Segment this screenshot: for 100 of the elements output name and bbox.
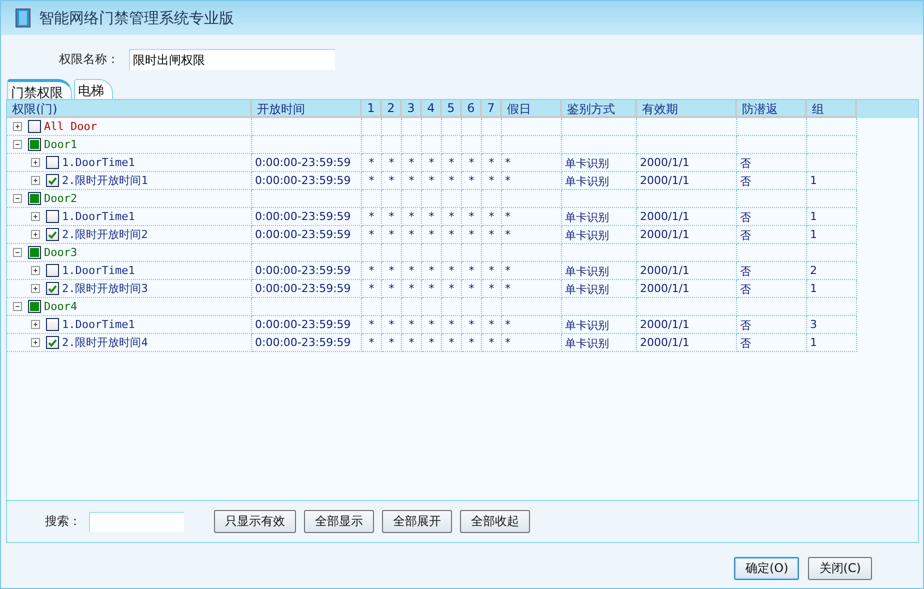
dialog-button[interactable]: 确定(O) [734,557,800,580]
table-cell [807,136,857,154]
name-field[interactable]: 限时出闸权限 [129,49,335,70]
table-cell [362,190,382,208]
checkbox[interactable] [46,228,59,241]
checkbox[interactable] [46,336,59,349]
tree-item-label[interactable]: All Door [44,120,97,133]
table-cell [442,136,462,154]
tree-item-label[interactable]: 2.限时开放时间3 [62,281,148,296]
tree-item-label[interactable]: 2.限时开放时间1 [62,173,148,188]
expand-icon[interactable] [13,122,22,131]
collapse-icon[interactable] [13,194,22,203]
table-cell: 1 [807,226,857,244]
collapse-icon[interactable] [13,140,22,149]
filter-button[interactable]: 全部展开 [382,510,452,533]
tab[interactable]: 门禁权限 [7,79,72,99]
table-cell [482,190,502,208]
tree-item-label[interactable]: 1.DoorTime1 [62,156,135,169]
table-cell [502,118,562,136]
table-cell: * [362,280,382,298]
table-cell: * [362,172,382,190]
checkbox[interactable] [28,120,41,133]
checkbox[interactable] [46,282,59,295]
table-cell: 单卡识别 [562,334,637,352]
table-cell: * [422,262,442,280]
table-cell [807,118,857,136]
search-field[interactable] [89,512,184,532]
filter-button[interactable]: 只显示有效 [214,510,296,533]
table-cell: * [442,172,462,190]
expand-icon[interactable] [31,158,40,167]
tree-item-label[interactable]: Door3 [44,246,78,259]
tree-item-label[interactable]: 1.DoorTime1 [62,210,135,223]
table-cell: * [482,172,502,190]
filter-button[interactable]: 全部收起 [460,510,530,533]
table-cell: 否 [737,334,807,352]
table-cell [462,118,482,136]
checkbox[interactable] [46,156,59,169]
table-cell: * [362,334,382,352]
table-cell: 1 [807,172,857,190]
table-cell: * [442,280,462,298]
table-cell: * [442,334,462,352]
tree-item-label[interactable]: 2.限时开放时间4 [62,335,148,350]
table-cell: * [402,334,422,352]
table-cell [807,154,857,172]
table-cell: * [442,226,462,244]
table-cell [422,118,442,136]
checkbox[interactable] [46,318,59,331]
table-cell [737,190,807,208]
table-cell: * [502,262,562,280]
tree-item-label[interactable]: Door4 [44,300,78,313]
collapse-icon[interactable] [13,248,22,257]
checkbox[interactable] [46,264,59,277]
table-cell: * [382,280,402,298]
table-cell: * [362,226,382,244]
table-cell: * [502,316,562,334]
table-cell: 1 [807,280,857,298]
tree-item-label[interactable]: Door1 [44,138,78,151]
table-cell: 2000/1/1 [637,226,737,244]
expand-icon[interactable] [31,320,40,329]
collapse-icon[interactable] [13,302,22,311]
table-cell [422,298,442,316]
table-cell [382,118,402,136]
filter-button[interactable]: 全部显示 [304,510,374,533]
table-cell: 2000/1/1 [637,316,737,334]
expand-icon[interactable] [31,266,40,275]
table-cell: 2 [807,262,857,280]
expand-icon[interactable] [31,338,40,347]
tree-item-label[interactable]: 1.DoorTime1 [62,318,135,331]
tree-item-label[interactable]: 2.限时开放时间2 [62,227,148,242]
tree-item-label[interactable]: Door2 [44,192,78,205]
table-cell [442,244,462,262]
table-cell: 0:00:00-23:59:59 [252,154,362,172]
window-title: 智能网络门禁管理系统专业版 [39,8,234,28]
dialog-button[interactable]: 关闭(C) [808,557,872,580]
column-header: 3 [402,100,422,118]
table-cell: 否 [737,280,807,298]
column-header: 有效期 [637,100,737,118]
table-cell: * [502,334,562,352]
table-cell: * [382,226,402,244]
table-cell: * [422,226,442,244]
expand-icon[interactable] [31,212,40,221]
table-cell: * [442,208,462,226]
expand-icon[interactable] [31,230,40,239]
tab[interactable]: 电梯 [74,79,113,99]
table-cell [382,298,402,316]
expand-icon[interactable] [31,176,40,185]
table-cell [422,190,442,208]
checkbox[interactable] [46,210,59,223]
column-header: 7 [482,100,502,118]
expand-icon[interactable] [31,284,40,293]
table-cell [482,136,502,154]
checkbox[interactable] [46,174,59,187]
tree-item-label[interactable]: 1.DoorTime1 [62,264,135,277]
table-cell: * [382,208,402,226]
table-cell [737,244,807,262]
table-cell: 单卡识别 [562,280,637,298]
table-cell: 0:00:00-23:59:59 [252,226,362,244]
column-header: 假日 [502,100,562,118]
column-header: 4 [422,100,442,118]
table-cell: * [382,316,402,334]
